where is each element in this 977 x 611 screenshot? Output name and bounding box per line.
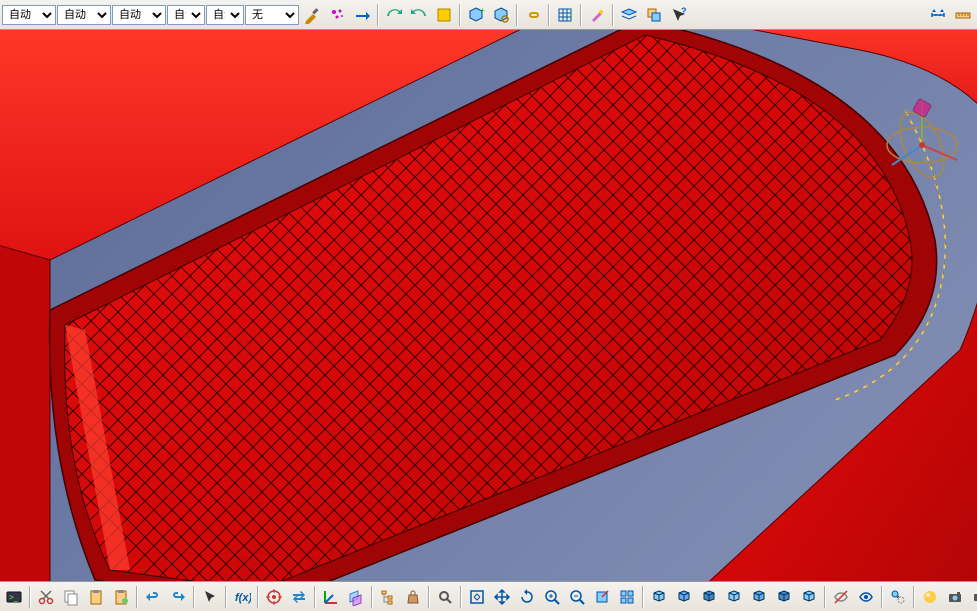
stack-icon[interactable] [642,3,666,27]
zoom-in-icon[interactable] [540,585,564,609]
dropdown-5[interactable]: 自动 [206,5,244,25]
planes-icon[interactable] [344,585,368,609]
separator [459,4,461,26]
dropdown-4[interactable]: 自动 [167,5,205,25]
measure-icon[interactable] [926,3,950,27]
zoom-out-icon[interactable] [565,585,589,609]
top-icon[interactable] [772,585,796,609]
separator [548,4,550,26]
cube-find-icon[interactable] [489,3,513,27]
undo-icon[interactable] [141,585,165,609]
separator [257,586,259,608]
separator [824,586,826,608]
separator [460,586,462,608]
separator [314,586,316,608]
swap-icon[interactable] [287,585,311,609]
separator [881,586,883,608]
separator [136,586,138,608]
terminal-icon[interactable]: >_ [2,585,26,609]
dropdown-2[interactable]: 自动 [57,5,111,25]
separator [225,586,227,608]
copy-icon[interactable] [59,585,83,609]
paste-special-icon[interactable] [109,585,133,609]
help-arrow-icon[interactable]: ? [667,3,691,27]
separator [377,4,379,26]
record-icon[interactable] [968,585,977,609]
pointer-icon[interactable] [198,585,222,609]
svg-text:>_: >_ [9,593,19,602]
left-icon[interactable] [722,585,746,609]
spray-icon[interactable] [325,3,349,27]
viewport-3d[interactable] [0,30,977,581]
separator [193,586,195,608]
back-icon[interactable] [697,585,721,609]
cad-part [0,30,977,581]
brush-icon[interactable] [300,3,324,27]
front-icon[interactable] [672,585,696,609]
dropdown-1[interactable]: 自动 [2,5,56,25]
separator [642,586,644,608]
separator [371,586,373,608]
view-normal-icon[interactable] [590,585,614,609]
right-icon[interactable] [747,585,771,609]
search-icon[interactable] [433,585,457,609]
redo-icon[interactable] [166,585,190,609]
separator [428,586,430,608]
paste-icon[interactable] [84,585,108,609]
svg-text:+: + [480,6,485,15]
show-icon[interactable] [854,585,878,609]
redo-curve-icon[interactable] [407,3,431,27]
swap-vis-icon[interactable] [886,585,910,609]
arrow-icon[interactable] [350,3,374,27]
dropdown-3[interactable]: 自动 [112,5,166,25]
body-left-side [0,240,50,581]
tree-icon[interactable] [376,585,400,609]
fit-icon[interactable] [465,585,489,609]
magic-icon[interactable] [585,3,609,27]
camera-icon[interactable] [943,585,967,609]
hide-icon[interactable] [829,585,853,609]
separator [516,4,518,26]
cube-add-icon[interactable]: + [464,3,488,27]
cut-icon[interactable] [34,585,58,609]
separator [913,586,915,608]
svg-text:?: ? [681,6,687,16]
top-toolbar: 自动 自动 自动 自动 自动 无 +? [0,0,977,30]
link-icon[interactable] [521,3,545,27]
iso-icon[interactable] [647,585,671,609]
target-icon[interactable] [262,585,286,609]
render-icon[interactable] [918,585,942,609]
separator [29,586,31,608]
separator [580,4,582,26]
grid-icon[interactable] [553,3,577,27]
multiview-icon[interactable] [615,585,639,609]
view-compass[interactable] [877,90,967,180]
ruler-icon[interactable] [951,3,975,27]
fx-icon[interactable]: f(x) [230,585,254,609]
dropdown-6[interactable]: 无 [245,5,299,25]
bottom-icon[interactable] [797,585,821,609]
swatch-icon[interactable] [432,3,456,27]
separator [612,4,614,26]
bag-icon[interactable] [401,585,425,609]
bottom-toolbar: >_ f(x) [0,581,977,611]
rotate-icon[interactable] [515,585,539,609]
axis-icon[interactable] [319,585,343,609]
move-icon[interactable] [490,585,514,609]
layer-icon[interactable] [617,3,641,27]
undo-curve-icon[interactable] [382,3,406,27]
svg-text:f(x): f(x) [235,592,251,604]
